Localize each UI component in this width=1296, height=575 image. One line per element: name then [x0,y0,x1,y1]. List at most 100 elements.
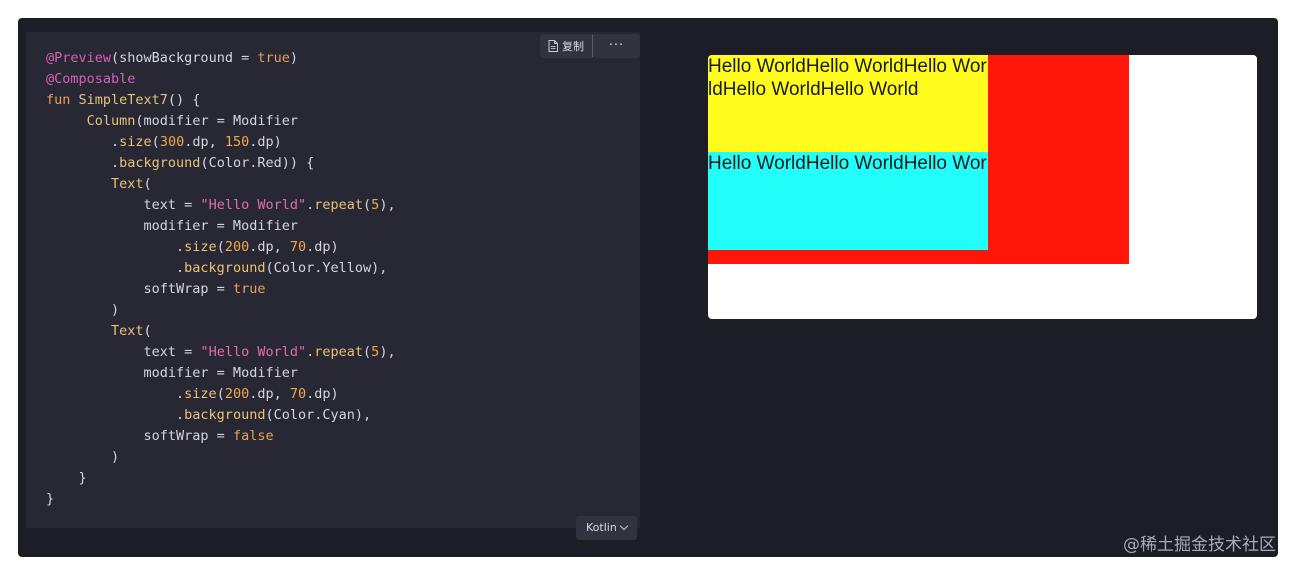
code-token: modifier = Modifier [46,218,298,234]
code-line: softWrap = false [46,426,396,447]
code-token: ), [379,344,396,360]
code-token: 70 [289,239,307,255]
code-token: . [46,155,120,171]
code-line: text = "Hello World".repeat(5), [46,342,396,363]
code-token: . [46,239,185,255]
more-options-button[interactable]: ··· [593,34,640,58]
code-token: ) [46,449,120,465]
code-token: softWrap = [46,428,233,444]
code-token: "Hello World" [200,197,307,213]
code-token: true [232,281,266,297]
code-line: .background(Color.Yellow), [46,258,396,279]
chevron-down-icon [619,521,629,531]
code-token: .dp, [249,239,290,255]
code-token: .dp, [184,134,225,150]
code-token: 150 [224,134,250,150]
code-line: Column(modifier = Modifier [46,111,396,132]
code-token: .dp) [249,134,282,150]
code-token: size [119,134,152,150]
code-line: fun SimpleText7() { [46,90,396,111]
code-line: modifier = Modifier [46,216,396,237]
code-token: background [119,155,201,171]
code-line: @Composable [46,69,396,90]
code-token: ( [363,344,372,360]
code-token: . [46,386,185,402]
code-token: "Hello World" [200,344,307,360]
code-line: ) [46,447,396,468]
code-token: . [46,407,185,423]
code-token: fun [46,92,79,108]
text-softwrap-true: Hello WorldHello WorldHello WorldHello W… [708,55,988,152]
code-token: . [46,260,185,276]
language-label: Kotlin [586,521,617,534]
code-token: Column [86,113,136,129]
code-token: softWrap = [46,281,233,297]
code-line: .size(200.dp, 70.dp) [46,384,396,405]
code-token: ( [151,134,160,150]
code-token: } [46,470,87,486]
code-line: .size(300.dp, 150.dp) [46,132,396,153]
code-token: (showBackground = [111,50,258,66]
code-token: ), [379,197,396,213]
code-token: size [184,386,217,402]
code-token: 70 [289,386,307,402]
code-line: text = "Hello World".repeat(5), [46,195,396,216]
code-block: 复制 ··· @Preview(showBackground = true) @C… [26,32,640,540]
code-token: false [232,428,274,444]
code-token: ) [289,50,298,66]
code-line: } [46,468,396,489]
code-token: background [184,407,266,423]
code-text: @Preview(showBackground = true) @Composab… [46,48,396,510]
code-token: ) [46,302,120,318]
code-token: text = [46,197,201,213]
code-token: (Color.Red)) { [200,155,315,171]
code-token: ( [363,197,372,213]
code-token: modifier = Modifier [46,365,298,381]
code-token: .dp) [306,239,339,255]
code-token: @Composable [46,71,136,87]
code-token: repeat [314,197,364,213]
document-icon [548,40,558,52]
code-line: .size(200.dp, 70.dp) [46,237,396,258]
code-token: (Color.Cyan), [265,407,372,423]
code-token: (modifier = Modifier [135,113,298,129]
code-token: repeat [314,344,364,360]
code-token: @Preview [46,50,112,66]
language-selector[interactable]: Kotlin [576,516,637,540]
code-line: @Preview(showBackground = true) [46,48,396,69]
code-token: .dp) [306,386,339,402]
code-line: } [46,489,396,510]
code-token: 200 [224,239,250,255]
code-token: background [184,260,266,276]
code-token: text = [46,344,201,360]
code-token: true [257,50,290,66]
copy-button[interactable]: 复制 [540,34,592,58]
code-line: softWrap = true [46,279,396,300]
code-line: modifier = Modifier [46,363,396,384]
code-token: .dp, [249,386,290,402]
code-token: () { [167,92,201,108]
code-token: size [184,239,217,255]
code-line: ) [46,300,396,321]
code-token: 300 [159,134,185,150]
code-line: Text( [46,174,396,195]
code-token: (Color.Yellow), [265,260,388,276]
code-token: ( [216,386,225,402]
code-token: ( [143,176,152,192]
code-token: Text [111,176,144,192]
code-line: Text( [46,321,396,342]
compose-preview: Hello WorldHello WorldHello WorldHello W… [708,55,1257,319]
copy-label: 复制 [562,40,584,53]
code-token: SimpleText7 [78,92,168,108]
screenshot-frame: 复制 ··· @Preview(showBackground = true) @C… [18,18,1278,557]
code-token: ( [216,239,225,255]
code-line: .background(Color.Cyan), [46,405,396,426]
code-token: Text [111,323,144,339]
code-token: 200 [224,386,250,402]
code-token: ( [143,323,152,339]
code-token: } [46,491,55,507]
code-token: . [46,134,120,150]
